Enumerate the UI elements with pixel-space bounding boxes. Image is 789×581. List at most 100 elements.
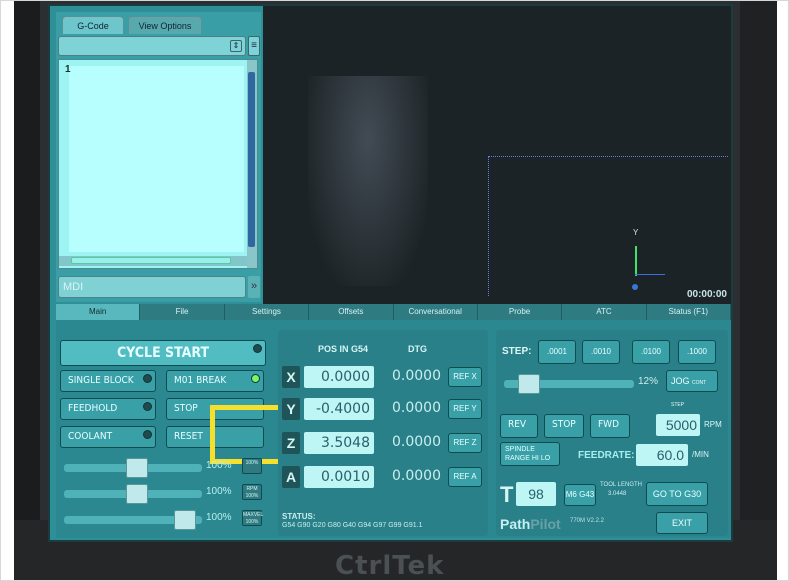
chevron-right-icon[interactable]: »	[248, 276, 260, 298]
coolant-button[interactable]: COOLANT	[60, 426, 156, 448]
spindle-fwd-button[interactable]: FWD	[590, 414, 630, 438]
ref-x-button[interactable]: REF X	[448, 367, 482, 387]
tab-atc[interactable]: ATC	[562, 304, 647, 320]
maxvel-override-reset-button[interactable]: MAXVEL 100%	[242, 510, 263, 526]
feedhold-button[interactable]: FEEDHOLD	[60, 398, 156, 420]
tool-length-label: TOOL LENGTH	[600, 482, 643, 488]
axis-x-button[interactable]: X	[282, 366, 300, 388]
y-axis-line	[635, 246, 637, 276]
scrollbar-thumb[interactable]	[248, 72, 255, 247]
spindle-stop-button[interactable]: STOP	[544, 414, 584, 438]
spindle-panel: STEP: .0001 .0010 .0100 .1000 12% JOG CO…	[496, 330, 728, 536]
rpm-override-reset-button[interactable]: RPM 100%	[242, 484, 262, 500]
menu-icon[interactable]: ≡	[248, 36, 260, 56]
led-indicator	[253, 344, 262, 353]
feed-override-pct: 100%	[206, 460, 232, 471]
step-label: STEP:	[502, 346, 532, 357]
m01-break-button[interactable]: M01 BREAK	[166, 370, 264, 392]
led-indicator	[143, 402, 152, 411]
tab-view-options[interactable]: View Options	[128, 16, 202, 34]
slider-handle[interactable]	[174, 510, 196, 530]
axis-a-button[interactable]: A	[282, 466, 300, 488]
feedrate-label: FEEDRATE:	[578, 450, 635, 461]
dro-panel: POS IN G54 DTG X 0.0000 0.0000 REF X Y -…	[278, 330, 488, 536]
jog-mode-button[interactable]: JOG CONT STEP	[666, 370, 718, 408]
range-label: SPINDLE RANGE	[505, 446, 535, 462]
bezel-brand-logo: CtrlTek	[335, 551, 445, 581]
step-1000-button[interactable]: .1000	[678, 340, 716, 364]
gcode-text-area[interactable]	[69, 66, 244, 252]
cycle-start-label: CYCLE START	[116, 345, 210, 361]
pathpilot-screen: G-Code View Options ⇕ ≡ 1 MDI » Y 00:00:…	[48, 4, 733, 542]
ref-y-button[interactable]: REF Y	[448, 399, 482, 419]
single-block-button[interactable]: SINGLE BLOCK	[60, 370, 156, 392]
m01-break-label: M01 BREAK	[174, 375, 227, 386]
range-lo: LO	[540, 455, 551, 462]
bezel-left	[14, 0, 40, 581]
tab-probe[interactable]: Probe	[478, 304, 563, 320]
slider-handle[interactable]	[518, 374, 540, 394]
pos-x-field[interactable]: 0.0000	[304, 366, 374, 388]
gcode-file-dropdown[interactable]: ⇕	[58, 36, 246, 56]
maxvel-override-slider[interactable]	[64, 510, 202, 530]
mdi-input[interactable]: MDI	[58, 276, 246, 298]
single-block-label: SINGLE BLOCK	[68, 375, 134, 386]
screen-reflection	[308, 76, 428, 286]
stop-label: STOP	[174, 403, 198, 414]
slider-handle[interactable]	[126, 458, 148, 478]
rpm-unit: RPM	[704, 420, 722, 429]
scrollbar-thumb[interactable]	[71, 257, 231, 264]
goto-g30-button[interactable]: GO TO G30	[646, 482, 708, 506]
step-0010-button[interactable]: .0010	[582, 340, 620, 364]
tool-letter: T	[500, 482, 514, 507]
chevron-updown-icon: ⇕	[230, 40, 242, 52]
dtg-header: DTG	[408, 344, 427, 354]
cycle-timer: 00:00:00	[686, 289, 727, 300]
control-panel: CYCLE START SINGLE BLOCK M01 BREAK FEEDH…	[56, 320, 731, 538]
pathpilot-logo-a: Path	[500, 516, 531, 532]
feed-override-slider[interactable]	[64, 458, 202, 478]
tab-settings[interactable]: Settings	[225, 304, 310, 320]
led-indicator	[251, 374, 260, 383]
gcode-editor[interactable]: 1	[58, 59, 258, 269]
tab-conversational[interactable]: Conversational	[394, 304, 478, 320]
step-0100-button[interactable]: .0100	[632, 340, 670, 364]
feedrate-field[interactable]: 60.0	[636, 444, 688, 466]
pathpilot-logo: PathPilot	[500, 516, 561, 532]
tab-file[interactable]: File	[140, 304, 225, 320]
exit-button[interactable]: EXIT	[656, 512, 708, 534]
ref-z-button[interactable]: REF Z	[448, 433, 482, 453]
feed-override-reset-button[interactable]: 100%	[242, 458, 262, 474]
y-axis-label: Y	[633, 228, 639, 237]
rpm-override-pct: 100%	[206, 486, 232, 497]
rev-label: REV	[508, 419, 527, 430]
step-0001-button[interactable]: .0001	[538, 340, 576, 364]
vertical-scrollbar[interactable]	[247, 60, 257, 268]
pos-a-field[interactable]: 0.0010	[304, 466, 374, 488]
spindle-rev-button[interactable]: REV	[500, 414, 538, 438]
reset-label: RESET	[174, 431, 203, 442]
spindle-range-button[interactable]: SPINDLE RANGE HI LO	[500, 442, 560, 466]
toolpath-view[interactable]: Y 00:00:00	[263, 6, 731, 304]
cycle-start-button[interactable]: CYCLE START	[60, 340, 266, 366]
ref-a-button[interactable]: REF A	[448, 467, 482, 487]
rpm-override-slider[interactable]	[64, 484, 202, 504]
maxvel-override-pct: 100%	[206, 512, 232, 523]
axis-y-button[interactable]: Y	[282, 398, 300, 420]
spindle-slider[interactable]	[504, 374, 634, 394]
status-gcodes: G54 G90 G20 G80 G40 G94 G97 G99 G91.1	[282, 522, 423, 529]
horizontal-scrollbar[interactable]	[59, 256, 247, 266]
tab-main[interactable]: Main	[56, 304, 141, 320]
pos-z-field[interactable]: 3.5048	[304, 432, 374, 454]
m6g43-button[interactable]: M6 G43	[564, 484, 596, 506]
tab-offsets[interactable]: Offsets	[309, 304, 394, 320]
led-indicator	[143, 430, 152, 439]
pos-y-field[interactable]: -0.4000	[304, 398, 374, 420]
slider-handle[interactable]	[126, 484, 148, 504]
tab-status[interactable]: Status (F1)	[647, 304, 731, 320]
dtg-x-value: 0.0000	[392, 368, 441, 384]
rpm-field[interactable]: 5000	[656, 414, 700, 436]
tool-number-field[interactable]: 98	[516, 482, 556, 506]
axis-z-button[interactable]: Z	[282, 432, 300, 454]
tab-gcode[interactable]: G-Code	[62, 16, 124, 34]
